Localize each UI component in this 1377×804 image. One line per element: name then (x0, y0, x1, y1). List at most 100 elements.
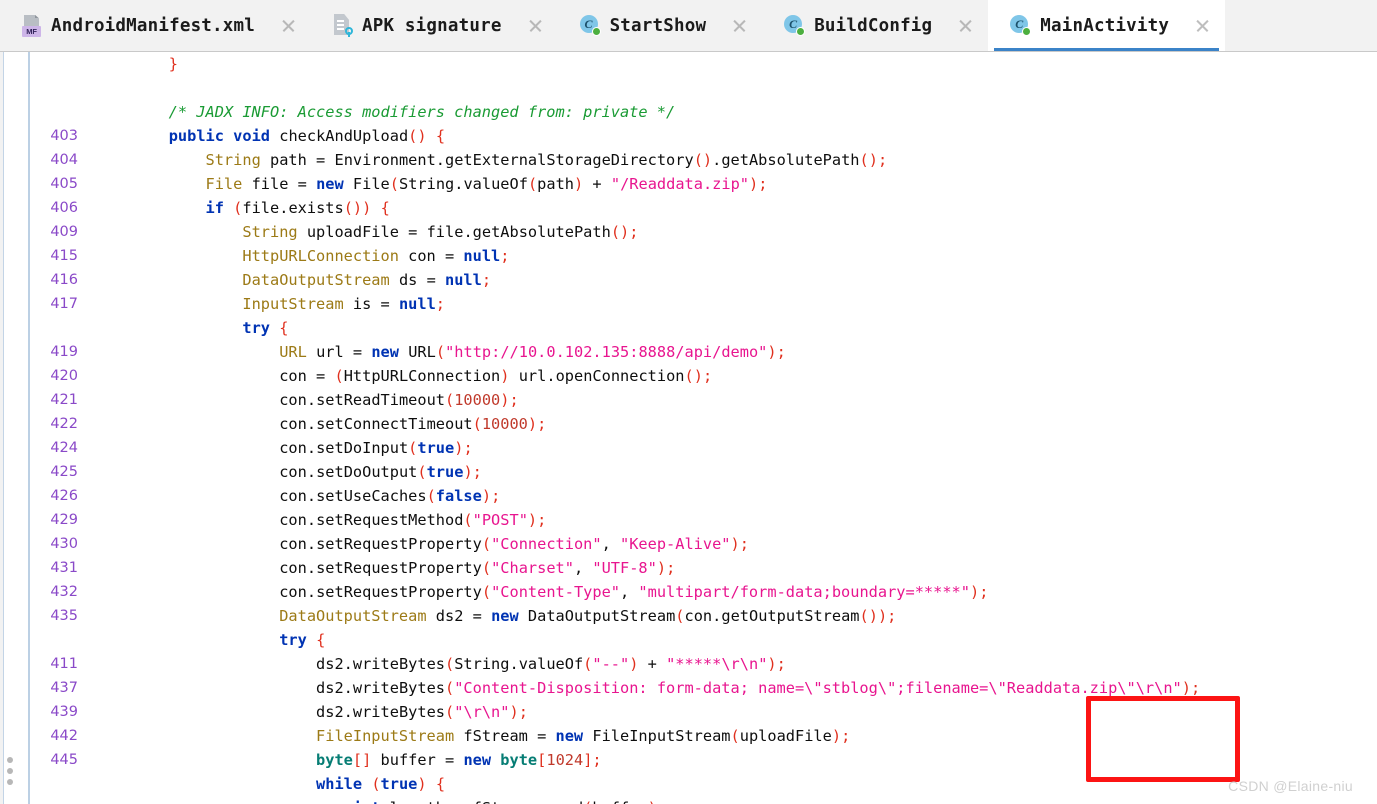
code-line[interactable]: 417 InputStream is = null; (0, 292, 1377, 316)
code-line[interactable]: 424 con.setDoInput(true); (0, 436, 1377, 460)
code-text[interactable]: ds2.writeBytes(String.valueOf("--") + "*… (95, 652, 786, 676)
code-text[interactable]: con.setDoOutput(true); (95, 460, 482, 484)
line-number: 417 (50, 296, 78, 312)
tab-label: AndroidManifest.xml (51, 15, 255, 36)
jadx-code-window: MF AndroidManifest.xml APK signature C S… (0, 0, 1377, 804)
code-text[interactable]: try { (95, 628, 325, 652)
line-number: 403 (50, 128, 78, 144)
code-line[interactable]: 421 con.setReadTimeout(10000); (0, 388, 1377, 412)
code-line[interactable]: 430 con.setRequestProperty("Connection",… (0, 532, 1377, 556)
line-number: 429 (50, 512, 78, 528)
code-text[interactable]: DataOutputStream ds = null; (95, 268, 491, 292)
code-text[interactable]: con.setRequestProperty("Content-Type", "… (95, 580, 988, 604)
code-line[interactable]: 406 if (file.exists()) { (0, 196, 1377, 220)
code-line[interactable] (0, 76, 1377, 100)
code-line[interactable]: 404 String path = Environment.getExterna… (0, 148, 1377, 172)
line-number: 430 (50, 536, 78, 552)
close-icon[interactable] (1194, 17, 1211, 34)
java-class-icon: C (784, 15, 806, 36)
code-line[interactable]: 425 con.setDoOutput(true); (0, 460, 1377, 484)
close-icon[interactable] (731, 17, 748, 34)
code-line[interactable]: int length = fStream.read(buffer); (0, 796, 1377, 804)
code-text[interactable]: con.setReadTimeout(10000); (95, 388, 519, 412)
code-text[interactable]: public void checkAndUpload() { (95, 124, 445, 148)
code-line[interactable]: /* JADX INFO: Access modifiers changed f… (0, 100, 1377, 124)
code-text[interactable]: con.setConnectTimeout(10000); (95, 412, 546, 436)
code-line[interactable]: 429 con.setRequestMethod("POST"); (0, 508, 1377, 532)
code-line[interactable]: 411 ds2.writeBytes(String.valueOf("--") … (0, 652, 1377, 676)
line-number: 415 (50, 248, 78, 264)
code-line[interactable]: 409 String uploadFile = file.getAbsolute… (0, 220, 1377, 244)
tab-apk-signature[interactable]: APK signature (311, 0, 558, 51)
line-number: 419 (50, 344, 78, 360)
code-text[interactable]: String uploadFile = file.getAbsolutePath… (95, 220, 638, 244)
code-text[interactable]: /* JADX INFO: Access modifiers changed f… (95, 100, 676, 124)
line-number: 405 (50, 176, 78, 192)
code-line[interactable]: 445 byte[] buffer = new byte[1024]; (0, 748, 1377, 772)
line-number: 422 (50, 416, 78, 432)
code-text[interactable]: con = (HttpURLConnection) url.openConnec… (95, 364, 712, 388)
code-text[interactable]: HttpURLConnection con = null; (95, 244, 509, 268)
code-text[interactable]: byte[] buffer = new byte[1024]; (95, 748, 602, 772)
code-text[interactable]: if (file.exists()) { (95, 196, 390, 220)
code-text[interactable]: File file = new File(String.valueOf(path… (95, 172, 768, 196)
code-line[interactable]: 426 con.setUseCaches(false); (0, 484, 1377, 508)
code-text[interactable]: FileInputStream fStream = new FileInputS… (95, 724, 850, 748)
close-icon[interactable] (957, 17, 974, 34)
tab-androidmanifest-xml[interactable]: MF AndroidManifest.xml (0, 0, 311, 51)
code-line[interactable]: 405 File file = new File(String.valueOf(… (0, 172, 1377, 196)
tab-label: APK signature (361, 15, 502, 36)
code-text[interactable]: ds2.writeBytes("Content-Disposition: for… (95, 676, 1200, 700)
code-text[interactable]: InputStream is = null; (95, 292, 445, 316)
code-line[interactable]: 431 con.setRequestProperty("Charset", "U… (0, 556, 1377, 580)
code-text[interactable]: URL url = new URL("http://10.0.102.135:8… (95, 340, 786, 364)
code-line[interactable]: 416 DataOutputStream ds = null; (0, 268, 1377, 292)
code-line[interactable]: 415 HttpURLConnection con = null; (0, 244, 1377, 268)
line-number: 432 (50, 584, 78, 600)
code-content[interactable]: } /* JADX INFO: Access modifiers changed… (0, 52, 1377, 804)
code-line[interactable]: 432 con.setRequestProperty("Content-Type… (0, 580, 1377, 604)
code-text[interactable]: con.setRequestProperty("Connection", "Ke… (95, 532, 749, 556)
code-line[interactable]: 435 DataOutputStream ds2 = new DataOutpu… (0, 604, 1377, 628)
tab-startshow[interactable]: C StartShow (558, 0, 763, 51)
line-number: 420 (50, 368, 78, 384)
line-number: 409 (50, 224, 78, 240)
line-number: 435 (50, 608, 78, 624)
watermark: CSDN @Elaine-niu (1228, 778, 1353, 794)
code-text[interactable]: con.setDoInput(true); (95, 436, 472, 460)
code-text[interactable]: try { (95, 316, 288, 340)
code-line[interactable]: 422 con.setConnectTimeout(10000); (0, 412, 1377, 436)
code-text[interactable]: DataOutputStream ds2 = new DataOutputStr… (95, 604, 896, 628)
code-text[interactable]: con.setUseCaches(false); (95, 484, 500, 508)
close-icon[interactable] (280, 17, 297, 34)
code-line[interactable]: 439 ds2.writeBytes("\r\n"); (0, 700, 1377, 724)
line-number: 439 (50, 704, 78, 720)
tab-mainactivity[interactable]: C MainActivity (988, 0, 1226, 51)
code-line[interactable]: 403 public void checkAndUpload() { (0, 124, 1377, 148)
code-line[interactable]: 442 FileInputStream fStream = new FileIn… (0, 724, 1377, 748)
code-line[interactable]: } (0, 52, 1377, 76)
tab-label: BuildConfig (814, 15, 933, 36)
code-line[interactable]: try { (0, 316, 1377, 340)
line-number: 426 (50, 488, 78, 504)
code-editor[interactable]: } /* JADX INFO: Access modifiers changed… (0, 52, 1377, 804)
code-text[interactable]: con.setRequestProperty("Charset", "UTF-8… (95, 556, 675, 580)
code-text[interactable]: while (true) { (95, 772, 445, 796)
code-line[interactable]: while (true) { (0, 772, 1377, 796)
line-number: 431 (50, 560, 78, 576)
java-class-icon: C (1010, 15, 1032, 36)
manifest-file-icon: MF (22, 14, 42, 37)
line-number: 421 (50, 392, 78, 408)
code-text[interactable]: ds2.writeBytes("\r\n"); (95, 700, 528, 724)
code-line[interactable]: 420 con = (HttpURLConnection) url.openCo… (0, 364, 1377, 388)
close-icon[interactable] (527, 17, 544, 34)
line-number: 416 (50, 272, 78, 288)
code-text[interactable]: } (95, 52, 178, 76)
code-line[interactable]: 437 ds2.writeBytes("Content-Disposition:… (0, 676, 1377, 700)
code-text[interactable]: String path = Environment.getExternalSto… (95, 148, 888, 172)
code-text[interactable]: con.setRequestMethod("POST"); (95, 508, 546, 532)
code-line[interactable]: try { (0, 628, 1377, 652)
tab-buildconfig[interactable]: C BuildConfig (762, 0, 988, 51)
code-text[interactable]: int length = fStream.read(buffer); (95, 796, 666, 804)
code-line[interactable]: 419 URL url = new URL("http://10.0.102.1… (0, 340, 1377, 364)
